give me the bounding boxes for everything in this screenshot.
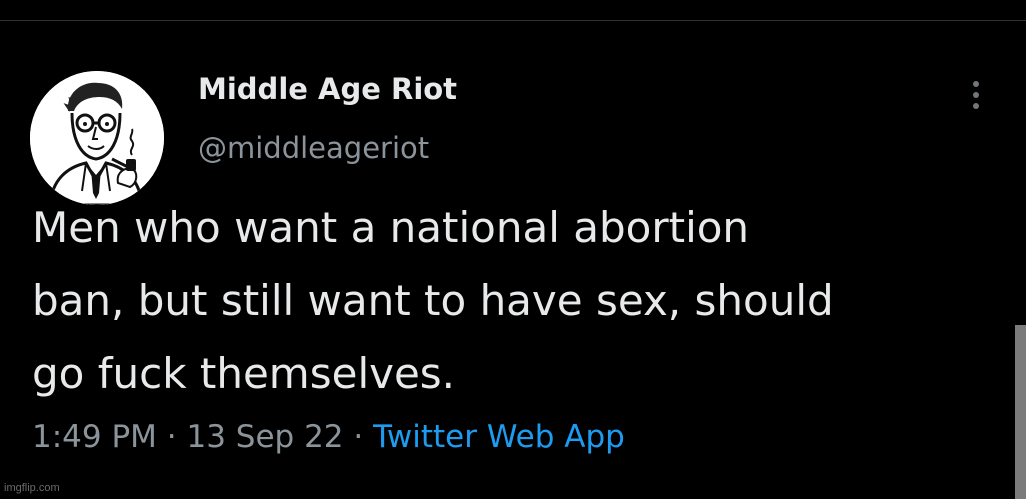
tweet-meta: 1:49 PM · 13 Sep 22 · Twitter Web App [32,419,625,455]
watermark: imgflip.com [4,482,60,494]
scrollbar[interactable] [1015,325,1026,499]
meta-separator: · [343,419,374,455]
pipe-smoking-man-illustration-icon [30,71,164,205]
tweet-date[interactable]: 13 Sep 22 [186,419,343,455]
tweet-text: Men who want a national abortion ban, bu… [32,203,834,398]
more-dot-icon [973,103,979,109]
author-handle[interactable]: @middleageriot [198,131,429,165]
avatar[interactable] [30,71,164,205]
tweet-card: Middle Age Riot @middleageriot Men who w… [0,21,1026,499]
tweet-source-link[interactable]: Twitter Web App [373,419,625,455]
more-dot-icon [973,81,979,87]
tweet-time[interactable]: 1:49 PM [32,419,157,455]
more-options-button[interactable] [962,76,990,114]
more-dot-icon [973,92,979,98]
author-display-name[interactable]: Middle Age Riot [198,72,457,106]
meta-separator: · [156,419,187,455]
